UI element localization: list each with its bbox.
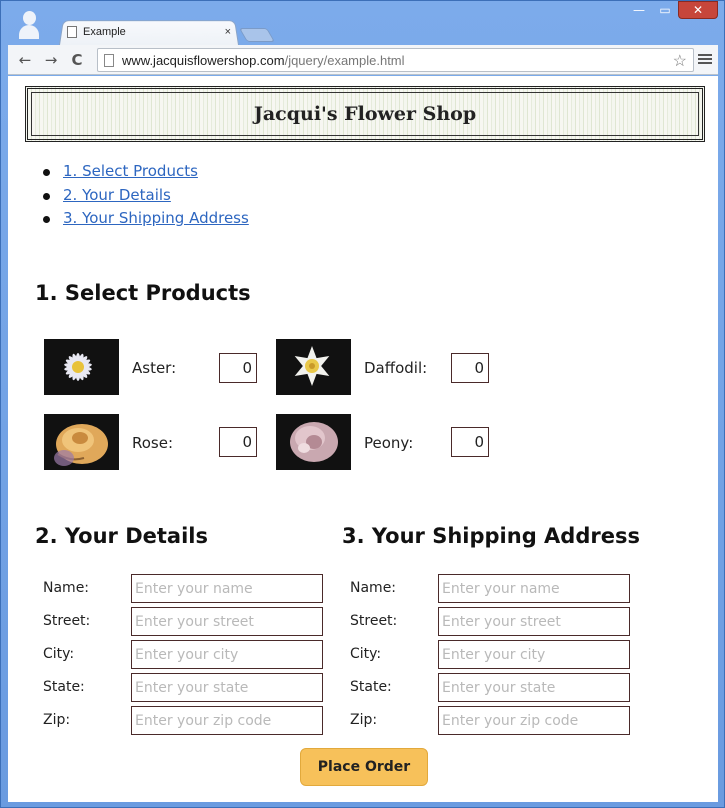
shipping-zip-input[interactable] [438, 706, 630, 735]
user-profile-icon[interactable] [19, 11, 39, 39]
url-host: www.jacquisflowershop.com [122, 52, 285, 68]
details-street-input[interactable] [131, 607, 323, 636]
table-of-contents: 1. Select Products 2. Your Details 3. Yo… [43, 162, 249, 233]
browser-toolbar: ← → C www.jacquisflowershop.com/jquery/e… [8, 45, 718, 75]
shipping-state-input[interactable] [438, 673, 630, 702]
details-state-label: State: [43, 679, 85, 695]
forward-arrow-icon[interactable]: → [42, 51, 60, 69]
details-city-label: City: [43, 646, 75, 662]
details-name-input[interactable] [131, 574, 323, 603]
address-bar[interactable]: www.jacquisflowershop.com/jquery/example… [97, 48, 694, 72]
rose-label: Rose: [132, 434, 174, 452]
peony-image [276, 414, 351, 470]
tab-close-icon[interactable]: × [225, 26, 231, 38]
aster-quantity-input[interactable] [219, 353, 257, 383]
shipping-city-input[interactable] [438, 640, 630, 669]
back-arrow-icon[interactable]: ← [16, 51, 34, 69]
shipping-state-label: State: [350, 679, 392, 695]
daffodil-image [276, 339, 351, 395]
details-city-input[interactable] [131, 640, 323, 669]
toc-link-shipping-address[interactable]: 3. Your Shipping Address [63, 209, 249, 227]
aster-image [44, 339, 119, 395]
toc-link-select-products[interactable]: 1. Select Products [63, 162, 198, 180]
shipping-name-label: Name: [350, 580, 397, 596]
document-icon [67, 26, 77, 38]
bookmark-star-icon[interactable]: ☆ [673, 51, 687, 71]
minimize-button[interactable]: — [626, 1, 652, 19]
close-window-button[interactable]: ✕ [678, 1, 718, 19]
page-content: Jacqui's Flower Shop 1. Select Products … [8, 76, 718, 802]
details-heading: 2. Your Details [35, 524, 209, 548]
toc-item: 1. Select Products [43, 162, 249, 186]
toc-item: 3. Your Shipping Address [43, 209, 249, 233]
aster-label: Aster: [132, 359, 177, 377]
peony-quantity-input[interactable] [451, 427, 489, 457]
url-path: /jquery/example.html [284, 52, 405, 68]
page-icon [104, 53, 114, 67]
toc-item: 2. Your Details [43, 186, 249, 210]
peony-label: Peony: [364, 434, 414, 452]
daffodil-label: Daffodil: [364, 359, 428, 377]
shipping-street-label: Street: [350, 613, 398, 629]
shipping-street-input[interactable] [438, 607, 630, 636]
place-order-button[interactable]: Place Order [300, 748, 428, 786]
maximize-button[interactable]: ▭ [652, 1, 678, 19]
reload-icon[interactable]: C [68, 51, 86, 69]
details-name-label: Name: [43, 580, 90, 596]
toc-link-your-details[interactable]: 2. Your Details [63, 186, 171, 204]
details-zip-input[interactable] [131, 706, 323, 735]
header-banner: Jacqui's Flower Shop [25, 86, 705, 142]
new-tab-button[interactable] [238, 28, 276, 42]
tab-title: Example [83, 26, 126, 38]
menu-icon[interactable] [698, 52, 712, 66]
page-title: Jacqui's Flower Shop [253, 103, 477, 125]
shipping-city-label: City: [350, 646, 382, 662]
details-state-input[interactable] [131, 673, 323, 702]
rose-quantity-input[interactable] [219, 427, 257, 457]
shipping-zip-label: Zip: [350, 712, 378, 728]
details-zip-label: Zip: [43, 712, 71, 728]
rose-image [44, 414, 119, 470]
shipping-heading: 3. Your Shipping Address [342, 524, 640, 548]
shipping-name-input[interactable] [438, 574, 630, 603]
browser-window: — ▭ ✕ Example × ← → C www.jacquisflowers… [0, 0, 725, 808]
daffodil-quantity-input[interactable] [451, 353, 489, 383]
window-controls: — ▭ ✕ [626, 1, 718, 21]
products-heading: 1. Select Products [35, 281, 251, 305]
browser-tab-content[interactable]: Example × [67, 21, 237, 43]
details-street-label: Street: [43, 613, 91, 629]
